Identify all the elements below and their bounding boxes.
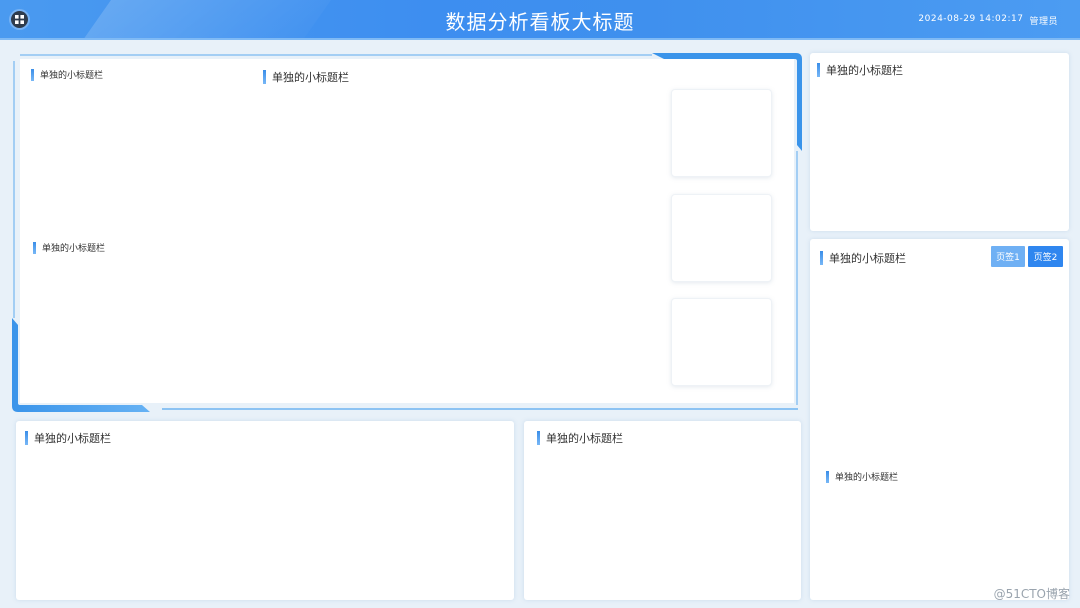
header-info: 2024-08-29 14:02:17 管理员	[918, 14, 1058, 27]
stat-card	[671, 194, 772, 282]
watermark: @51CTO博客	[993, 587, 1070, 601]
tab-1[interactable]: 页签1	[991, 246, 1025, 267]
title-accent-bar	[820, 251, 823, 265]
title-text: 单独的小标题栏	[42, 244, 106, 254]
panel-title: 单独的小标题栏	[25, 430, 111, 446]
title-text: 单独的小标题栏	[829, 252, 906, 265]
title-text: 单独的小标题栏	[34, 432, 111, 445]
user-name[interactable]: 管理员	[1029, 14, 1058, 27]
datetime-label: 2024-08-29 14:02:17	[918, 14, 1024, 24]
right-bottom-panel: 单独的小标题栏 单独的小标题栏	[810, 239, 1069, 600]
title-text: 单独的小标题栏	[40, 71, 104, 81]
panel-title: 单独的小标题栏	[820, 250, 906, 266]
bottom-left-panel: 单独的小标题栏	[16, 421, 514, 600]
title-accent-bar	[31, 68, 34, 81]
header-bar: 数据分析看板大标题 2024-08-29 14:02:17 管理员	[0, 0, 1080, 40]
stat-card	[671, 298, 772, 386]
title-text: 单独的小标题栏	[835, 473, 899, 483]
tab-2[interactable]: 页签2	[1028, 246, 1063, 267]
right-top-panel: 单独的小标题栏	[810, 53, 1069, 231]
title-accent-bar	[817, 63, 820, 77]
panel-inner-title: 单独的小标题栏	[826, 470, 898, 483]
stat-card	[671, 89, 772, 177]
main-title-mid-left: 单独的小标题栏	[33, 241, 105, 254]
bottom-middle-panel: 单独的小标题栏	[524, 421, 801, 600]
panel-title: 单独的小标题栏	[817, 62, 903, 78]
title-accent-bar	[826, 470, 829, 483]
title-accent-bar	[33, 241, 36, 254]
title-accent-bar	[25, 431, 28, 445]
main-title-top-center: 单独的小标题栏	[263, 69, 349, 85]
title-text: 单独的小标题栏	[546, 432, 623, 445]
title-accent-bar	[263, 70, 266, 84]
title-text: 单独的小标题栏	[826, 64, 903, 77]
title-text: 单独的小标题栏	[272, 71, 349, 84]
main-panel: 单独的小标题栏 单独的小标题栏 单独的小标题栏	[12, 53, 802, 412]
main-title-top-left: 单独的小标题栏	[31, 68, 103, 81]
dashboard: 数据分析看板大标题 2024-08-29 14:02:17 管理员 单独的小标题…	[0, 0, 1080, 608]
title-accent-bar	[537, 431, 540, 445]
panel-title: 单独的小标题栏	[537, 430, 623, 446]
